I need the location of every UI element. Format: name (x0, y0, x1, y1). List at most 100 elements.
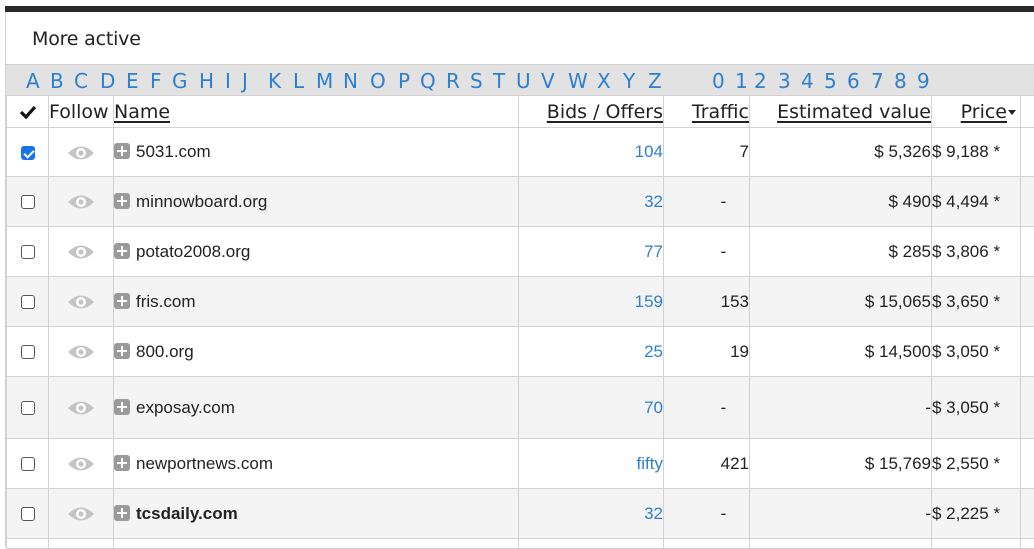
name-header[interactable]: Name (114, 96, 519, 128)
alpha-filter-b[interactable]: B (50, 69, 64, 93)
table-row: 800.org2519$ 14,500$ 3,050 * (7, 327, 1034, 377)
follow-cell (49, 128, 114, 177)
digit-filter-6[interactable]: 6 (847, 69, 860, 93)
row-checkbox[interactable] (21, 195, 35, 209)
bids-link[interactable]: fifty (637, 454, 663, 473)
checkmark-icon[interactable] (20, 105, 36, 119)
alpha-filter-e[interactable]: E (126, 69, 139, 93)
bids-header[interactable]: Bids / Offers (519, 96, 664, 128)
alpha-filter-n[interactable]: N (343, 69, 358, 93)
eye-icon[interactable] (67, 293, 95, 311)
digit-filter-3[interactable]: 3 (778, 69, 791, 93)
bids-link[interactable]: 32 (644, 192, 663, 211)
eye-icon[interactable] (67, 343, 95, 361)
alpha-filter-g[interactable]: G (172, 69, 188, 93)
bids-link[interactable]: 70 (644, 398, 663, 417)
row-select-cell (7, 439, 49, 489)
alpha-filter-t[interactable]: T (493, 69, 505, 93)
sort-by-price-link[interactable]: Price (961, 101, 1007, 123)
digit-filter-2[interactable]: 2 (754, 69, 767, 93)
sort-by-bids-link[interactable]: Bids / Offers (547, 101, 663, 123)
alpha-filter-i[interactable]: I (225, 69, 231, 93)
alpha-filter-f[interactable]: F (150, 69, 162, 93)
row-checkbox[interactable] (21, 457, 35, 471)
alpha-filter-y[interactable]: Y (623, 69, 635, 93)
row-checkbox[interactable] (21, 245, 35, 259)
alpha-filter-r[interactable]: R (446, 69, 460, 93)
domain-link[interactable]: newportnews.com (136, 454, 273, 473)
digit-filter-7[interactable]: 7 (871, 69, 884, 93)
alpha-filter-x[interactable]: X (597, 69, 611, 93)
eye-icon[interactable] (67, 243, 95, 261)
expand-plus-icon[interactable] (114, 193, 130, 209)
eye-icon[interactable] (67, 455, 95, 473)
alpha-filter-d[interactable]: D (100, 69, 115, 93)
alpha-filter-p[interactable]: P (398, 69, 410, 93)
alpha-filter-j[interactable]: J (242, 69, 248, 93)
alpha-filter-m[interactable]: M (316, 69, 333, 93)
alpha-filter-a[interactable]: A (26, 69, 40, 93)
bids-link[interactable]: 104 (635, 142, 663, 161)
digit-filter-4[interactable]: 4 (801, 69, 814, 93)
follow-cell (49, 277, 114, 327)
row-checkbox[interactable] (21, 507, 35, 521)
price-cell: $ 2,225 * (932, 489, 1021, 539)
eye-icon[interactable] (67, 144, 95, 162)
domain-link[interactable]: exposay.com (136, 398, 235, 417)
digit-filter-9[interactable]: 9 (917, 69, 930, 93)
sort-by-name-link[interactable]: Name (114, 101, 170, 123)
bids-link[interactable]: 77 (644, 242, 663, 261)
price-header[interactable]: Price (932, 96, 1021, 128)
eye-icon[interactable] (67, 399, 95, 417)
expand-plus-icon[interactable] (114, 293, 130, 309)
domain-link[interactable]: 5031.com (136, 142, 211, 161)
partial-cell (49, 539, 114, 549)
expand-plus-icon[interactable] (114, 505, 130, 521)
domain-link[interactable]: fris.com (136, 292, 196, 311)
traffic-cell: - (664, 227, 750, 277)
partial-cell (932, 539, 1021, 549)
bids-link[interactable]: 32 (644, 504, 663, 523)
alpha-filter-v[interactable]: V (541, 69, 555, 93)
digit-filter-0[interactable]: 0 (712, 69, 725, 93)
expand-plus-icon[interactable] (114, 143, 130, 159)
bids-link[interactable]: 25 (644, 342, 663, 361)
eye-icon[interactable] (67, 505, 95, 523)
alpha-filter-z[interactable]: Z (648, 69, 662, 93)
alpha-filter-c[interactable]: C (74, 69, 88, 93)
eye-icon[interactable] (67, 193, 95, 211)
domain-link[interactable]: 800.org (136, 342, 194, 361)
domain-link[interactable]: potato2008.org (136, 242, 250, 261)
expand-plus-icon[interactable] (114, 399, 130, 415)
domain-link[interactable]: tcsdaily.com (136, 504, 238, 523)
alpha-filter-s[interactable]: S (470, 69, 483, 93)
traffic-header[interactable]: Traffic (664, 96, 750, 128)
expand-plus-icon[interactable] (114, 455, 130, 471)
row-checkbox[interactable] (21, 401, 35, 415)
follow-cell (49, 177, 114, 227)
expand-plus-icon[interactable] (114, 343, 130, 359)
sort-by-traffic-link[interactable]: Traffic (692, 101, 749, 123)
estimated-value-header[interactable]: Estimated value (750, 96, 932, 128)
row-checkbox[interactable] (21, 146, 35, 160)
expand-plus-icon[interactable] (114, 243, 130, 259)
alpha-filter-q[interactable]: Q (420, 69, 436, 93)
alpha-filter-h[interactable]: H (199, 69, 214, 93)
alpha-filter-u[interactable]: U (516, 69, 531, 93)
extra-cell (1021, 227, 1034, 277)
sort-by-estimated-value-link[interactable]: Estimated value (777, 101, 931, 123)
bids-link[interactable]: 159 (635, 292, 663, 311)
table-row: potato2008.org77-$ 285$ 3,806 * (7, 227, 1034, 277)
select-all-header[interactable] (7, 96, 49, 128)
digit-filter-1[interactable]: 1 (735, 69, 748, 93)
estimated-value-cell: $ 285 (750, 227, 932, 277)
digit-filter-8[interactable]: 8 (894, 69, 907, 93)
row-checkbox[interactable] (21, 345, 35, 359)
alpha-filter-o[interactable]: O (370, 69, 386, 93)
digit-filter-5[interactable]: 5 (824, 69, 837, 93)
domain-link[interactable]: minnowboard.org (136, 192, 267, 211)
row-checkbox[interactable] (21, 295, 35, 309)
alpha-filter-w[interactable]: W (568, 69, 588, 93)
alpha-filter-k[interactable]: K (268, 69, 281, 93)
alpha-filter-l[interactable]: L (293, 69, 304, 93)
